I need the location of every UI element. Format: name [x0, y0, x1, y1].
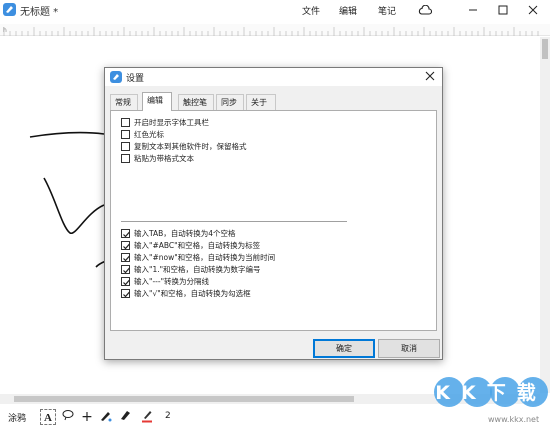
title-bar: 无标题 * 文件 编辑 笔记: [0, 0, 550, 22]
doodle-label: 涂鸦: [8, 414, 27, 424]
ok-button[interactable]: 确定: [313, 339, 375, 358]
plus-icon[interactable]: +: [79, 409, 95, 425]
checkbox-unchecked[interactable]: [121, 142, 130, 151]
check-icon: [123, 243, 130, 250]
checkbox-checked[interactable]: [121, 289, 130, 298]
check-icon: [123, 279, 130, 286]
check-icon: [123, 255, 130, 262]
menu-file[interactable]: 文件: [302, 4, 320, 17]
cancel-button[interactable]: 取消: [378, 339, 440, 358]
maximize-button[interactable]: [494, 2, 512, 18]
tab-general[interactable]: 常规: [110, 94, 138, 110]
edit-settings-panel: 开启时显示字体工具栏 红色光标复制文本到其他软件时，保留格式 粘贴为带格式文本 输入…: [110, 110, 437, 331]
option-label: 开启时显示字体工具栏: [134, 118, 209, 127]
ruler-ticks: h: [3, 27, 539, 36]
lasso-icon[interactable]: [60, 409, 76, 425]
option-label: 输入"1."和空格，自动转换为数字编号: [134, 265, 261, 274]
cloud-icon[interactable]: [418, 4, 433, 18]
settings-dialog: 设置 常规 编辑 触控笔 同步 关于 开启时显示字体工具栏 红色光标复制文本到其他…: [104, 67, 443, 360]
tab-about[interactable]: 关于: [246, 94, 276, 110]
app-logo-icon: [3, 3, 16, 16]
stroke-size-value[interactable]: 2: [165, 411, 171, 421]
option-label: 粘贴为带格式文本: [134, 154, 194, 163]
horizontal-scroll-thumb[interactable]: [14, 396, 354, 402]
option-label: 输入"#now"和空格，自动转换为当前时间: [134, 253, 276, 262]
minimize-button[interactable]: [464, 2, 482, 18]
text-tool-icon[interactable]: A: [40, 409, 56, 425]
tab-stylus[interactable]: 触控笔: [178, 94, 214, 110]
option-label: 红色光标: [134, 130, 164, 139]
checkbox-unchecked[interactable]: [121, 130, 130, 139]
color-pen-icon[interactable]: [139, 409, 155, 425]
tab-sync[interactable]: 同步: [216, 94, 244, 110]
checkbox-unchecked[interactable]: [121, 154, 130, 163]
menu-notes[interactable]: 笔记: [378, 4, 396, 17]
option-label: 输入"√"和空格，自动转换为勾选框: [134, 289, 251, 298]
app-window: 无标题 * 文件 编辑 笔记 h 涂鸦 A + 2 设置 常规 编辑 触控笔 同…: [0, 0, 550, 430]
document-title: 无标题 *: [20, 7, 59, 18]
menu-edit[interactable]: 编辑: [339, 4, 357, 17]
option-label: 输入TAB，自动转换为4个空格: [134, 229, 236, 238]
dialog-title: 设置: [126, 74, 145, 84]
checkbox-checked[interactable]: [121, 277, 130, 286]
highlighter-icon[interactable]: [117, 409, 133, 425]
checkbox-checked[interactable]: [121, 229, 130, 238]
check-icon: [123, 231, 130, 238]
close-icon: [528, 5, 538, 15]
checkbox-checked[interactable]: [121, 265, 130, 274]
minimize-icon: [469, 9, 477, 11]
pen-tool-icon[interactable]: [97, 409, 113, 425]
dialog-close-icon[interactable]: [424, 70, 436, 82]
ruler: h: [0, 24, 550, 36]
maximize-icon: [498, 5, 508, 15]
vertical-scroll-thumb[interactable]: [542, 39, 548, 59]
svg-text:KK下载: KK下载: [435, 381, 546, 404]
options-separator: [121, 221, 347, 222]
app-logo-icon: [110, 71, 122, 83]
option-label: 输入"---"转换为分隔线: [134, 277, 210, 286]
checkbox-checked[interactable]: [121, 253, 130, 262]
svg-text:h: h: [3, 27, 7, 34]
check-icon: [123, 291, 130, 298]
checkbox-checked[interactable]: [121, 241, 130, 250]
checkbox-unchecked[interactable]: [121, 118, 130, 127]
option-label: 复制文本到其他软件时，保留格式: [134, 142, 247, 151]
option-label: 输入"#ABC"和空格，自动转换为标签: [134, 241, 261, 250]
dialog-title-bar: 设置: [105, 68, 442, 86]
watermark-url: www.kkx.net: [488, 415, 540, 424]
vertical-scrollbar[interactable]: [540, 37, 550, 393]
kkx-watermark-logo: KK下载: [432, 372, 550, 415]
close-button[interactable]: [524, 2, 542, 18]
tab-edit[interactable]: 编辑: [142, 92, 172, 111]
check-icon: [123, 267, 130, 274]
